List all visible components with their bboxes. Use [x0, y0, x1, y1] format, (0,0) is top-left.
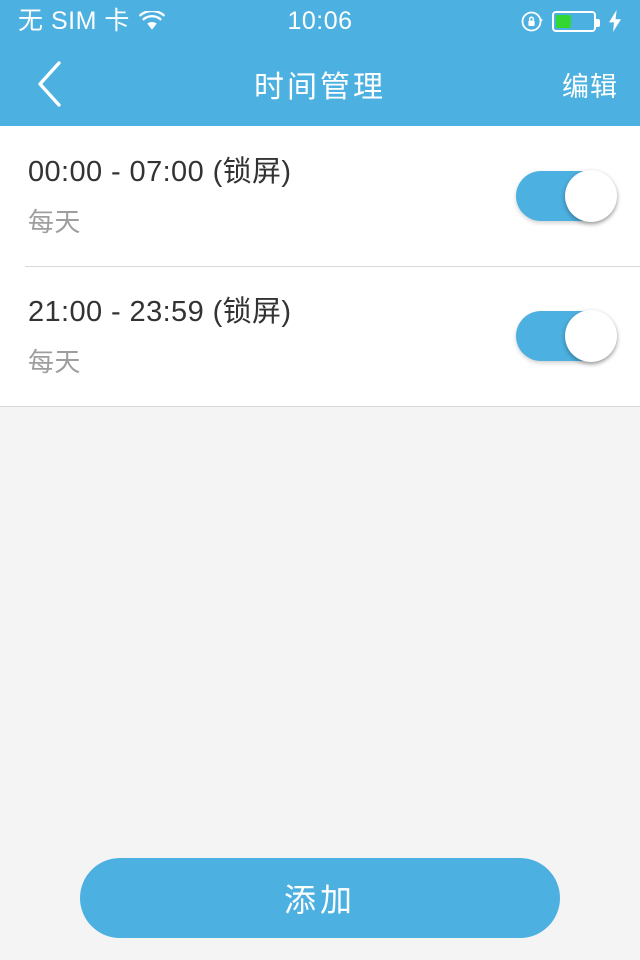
- schedule-repeat-label: 每天: [28, 346, 81, 377]
- schedule-toggle[interactable]: [516, 310, 617, 362]
- battery-icon: [552, 10, 600, 32]
- table-row[interactable]: 00:00 - 07:00 (锁屏) 每天: [0, 126, 640, 266]
- status-bar: 无 SIM 卡 10:06: [0, 0, 640, 42]
- clock-label: 10:06: [287, 6, 353, 35]
- battery-fill: [556, 14, 572, 28]
- row-text-group: 00:00 - 07:00 (锁屏) 每天: [28, 155, 516, 237]
- schedule-repeat-label: 每天: [28, 206, 81, 237]
- toggle-knob: [565, 310, 617, 362]
- wifi-icon: [139, 11, 165, 31]
- add-button[interactable]: 添加: [80, 858, 560, 938]
- status-bar-right: [520, 9, 622, 34]
- nav-bar: 时间管理 编辑: [0, 42, 640, 126]
- row-text-group: 21:00 - 23:59 (锁屏) 每天: [28, 295, 516, 377]
- app-screen: 无 SIM 卡 10:06 时间管理 编辑 00:00 - 07:00 (锁屏)…: [0, 0, 640, 960]
- edit-button[interactable]: 编辑: [562, 65, 618, 104]
- lightning-bolt-icon: [603, 10, 622, 32]
- table-row[interactable]: 21:00 - 23:59 (锁屏) 每天: [0, 266, 640, 406]
- carrier-label: 无 SIM 卡: [18, 6, 130, 35]
- schedule-toggle[interactable]: [516, 170, 617, 222]
- schedule-list: 00:00 - 07:00 (锁屏) 每天 21:00 - 23:59 (锁屏) 每天: [0, 126, 640, 407]
- toggle-knob: [565, 170, 617, 222]
- page-title: 时间管理: [254, 71, 386, 104]
- schedule-time-label: 21:00 - 23:59 (锁屏): [28, 295, 292, 328]
- status-bar-left: 无 SIM 卡: [18, 6, 165, 35]
- schedule-time-label: 00:00 - 07:00 (锁屏): [28, 155, 292, 188]
- rotation-lock-icon: [520, 9, 545, 34]
